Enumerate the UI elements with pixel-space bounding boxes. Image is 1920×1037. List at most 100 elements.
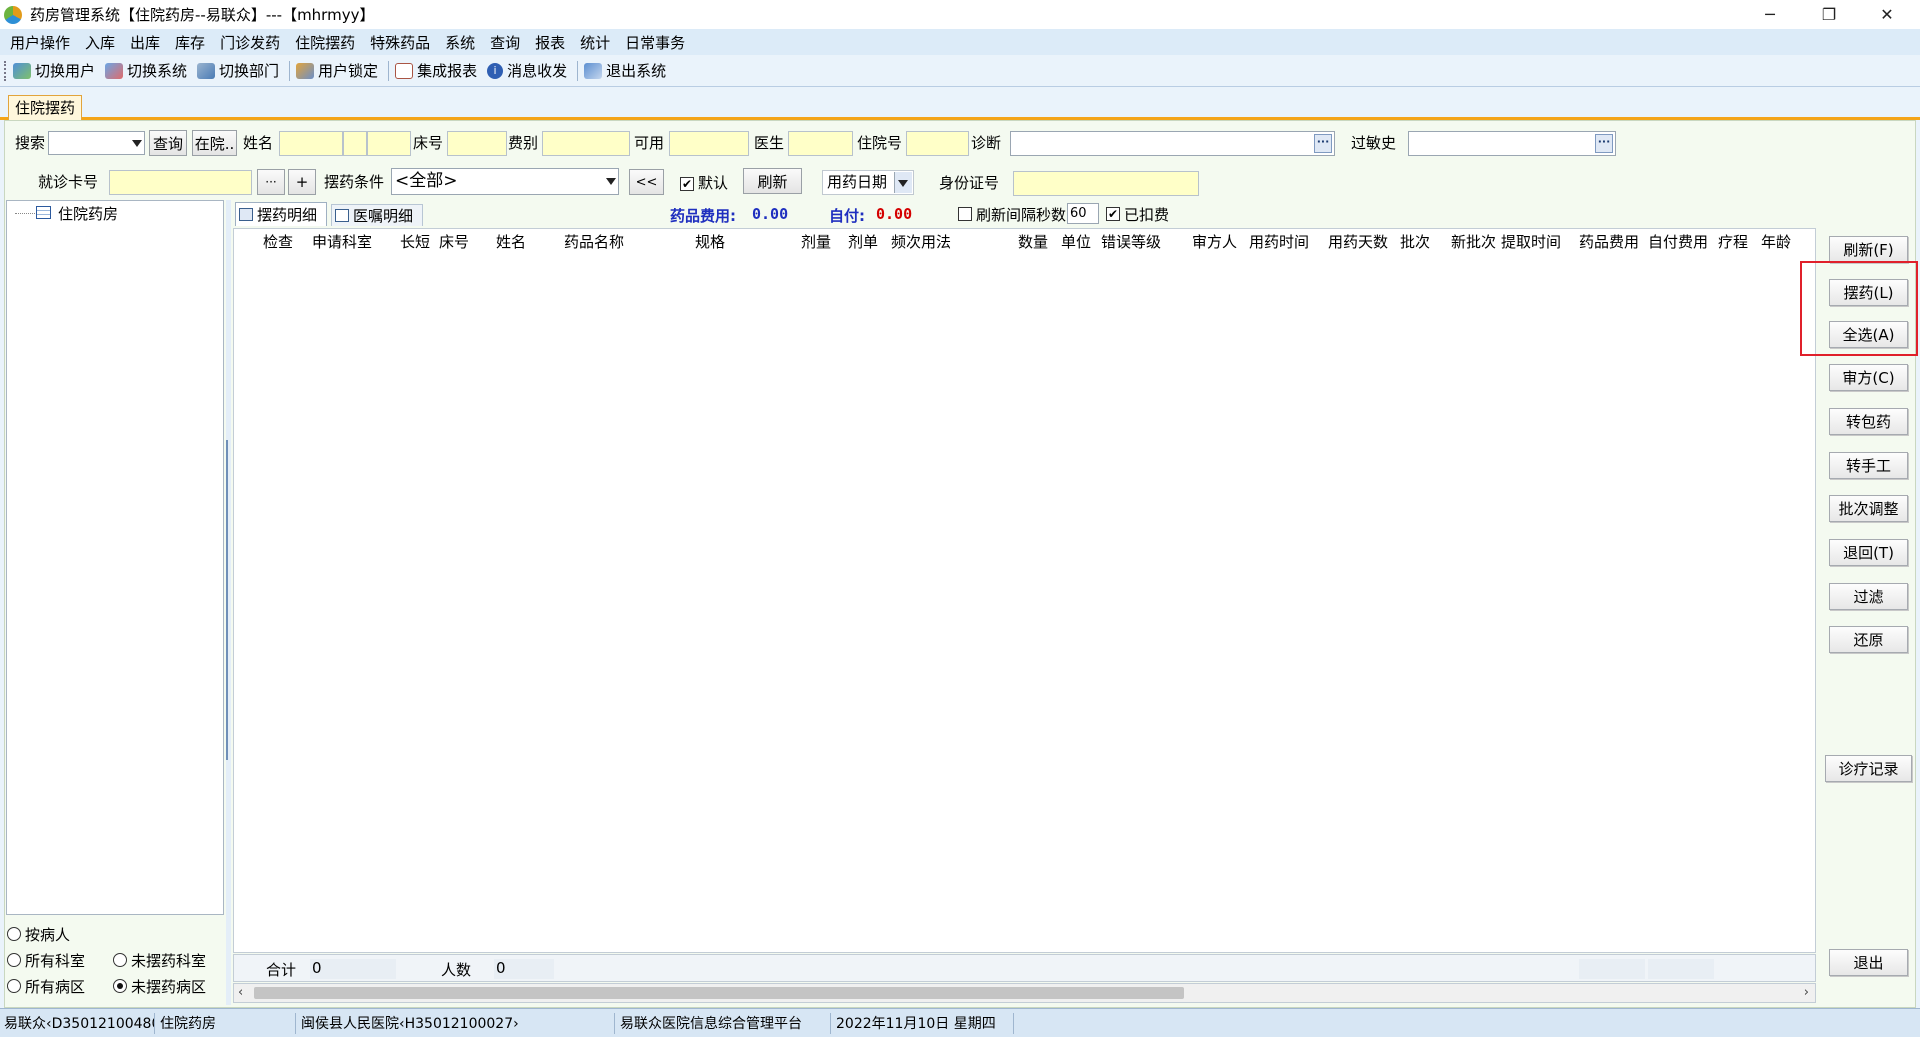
col-header-bed[interactable]: 床号 — [439, 231, 469, 252]
allergy-more-button[interactable]: ··· — [1595, 134, 1613, 153]
available-input[interactable] — [669, 131, 749, 156]
exit-button[interactable]: 退出 — [1829, 949, 1908, 976]
all-dept-radio[interactable] — [7, 953, 21, 967]
back-button[interactable]: << — [629, 169, 664, 195]
name-input-3[interactable] — [367, 131, 411, 156]
inhosp-no-input[interactable] — [906, 131, 969, 156]
subtab-dispense-detail[interactable]: 摆药明细 — [235, 202, 327, 226]
name-input-1[interactable] — [279, 131, 343, 156]
subtab-order-detail[interactable]: 医嘱明细 — [331, 204, 423, 226]
col-header-drug-name[interactable]: 药品名称 — [564, 231, 624, 252]
doctor-input[interactable] — [788, 131, 853, 156]
filter-button[interactable]: 过滤 — [1829, 583, 1908, 610]
integrated-report-button[interactable]: 集成报表 — [395, 60, 477, 81]
scroll-right-icon[interactable]: › — [1804, 985, 1809, 1000]
date-type-select[interactable]: 用药日期 — [822, 170, 914, 195]
to-package-button[interactable]: 转包药 — [1829, 408, 1908, 435]
refresh-button[interactable]: 刷新(F) — [1829, 236, 1908, 263]
user-lock-button[interactable]: 用户锁定 — [296, 60, 378, 81]
allergy-input[interactable]: ··· — [1408, 131, 1616, 156]
col-header-batch[interactable]: 批次 — [1400, 231, 1430, 252]
col-header-dose[interactable]: 剂量 — [801, 231, 831, 252]
treatment-record-button[interactable]: 诊疗记录 — [1825, 755, 1912, 782]
query-button[interactable]: 查询 — [149, 130, 187, 156]
switch-dept-button[interactable]: 切换部门 — [197, 60, 279, 81]
col-header-quantity[interactable]: 数量 — [1018, 231, 1048, 252]
restore-button[interactable]: ❐ — [1806, 0, 1852, 29]
scrollbar-thumb[interactable] — [254, 987, 1184, 999]
col-header-check[interactable]: 检查 — [263, 231, 293, 252]
diagnosis-more-button[interactable]: ··· — [1314, 134, 1332, 153]
col-header-new-batch[interactable]: 新批次 — [1451, 231, 1496, 252]
exit-system-button[interactable]: 退出系统 — [584, 60, 666, 81]
search-select[interactable] — [48, 131, 145, 155]
horizontal-scrollbar[interactable]: ‹ › — [233, 983, 1816, 1003]
restore-button[interactable]: 还原 — [1829, 626, 1908, 653]
col-header-age[interactable]: 年龄 — [1761, 231, 1791, 252]
splitter-handle[interactable] — [226, 440, 230, 760]
col-header-error-level[interactable]: 错误等级 — [1101, 231, 1161, 252]
review-button[interactable]: 审方(C) — [1829, 364, 1908, 391]
batch-adjust-button[interactable]: 批次调整 — [1829, 495, 1908, 522]
not-dispensed-dept-radio[interactable] — [113, 953, 127, 967]
menu-stock-in[interactable]: 入库 — [79, 32, 124, 53]
message-button[interactable]: i 消息收发 — [487, 60, 567, 81]
inhosp-button[interactable]: 在院.. — [192, 130, 237, 156]
col-header-drug-fee[interactable]: 药品费用 — [1579, 231, 1639, 252]
not-dispensed-ward-radio[interactable] — [113, 979, 127, 993]
default-checkbox[interactable]: ✔ — [680, 177, 694, 191]
bed-input[interactable] — [447, 131, 507, 156]
col-header-course[interactable]: 疗程 — [1718, 231, 1748, 252]
minimize-button[interactable]: ─ — [1747, 0, 1793, 29]
refresh-interval-checkbox[interactable] — [958, 207, 972, 221]
dispense-button[interactable]: 摆药(L) — [1829, 279, 1908, 306]
col-header-unit[interactable]: 单位 — [1061, 231, 1091, 252]
date-type-dropdown[interactable] — [894, 172, 912, 193]
col-header-dept[interactable]: 申请科室 — [312, 231, 372, 252]
menu-system[interactable]: 系统 — [439, 32, 484, 53]
tree-root-item[interactable]: 住院药房 — [58, 203, 118, 224]
fee-type-input[interactable] — [542, 131, 630, 156]
condition-select[interactable]: <全部> — [391, 168, 619, 195]
name-input-2[interactable] — [343, 131, 367, 156]
card-input[interactable] — [109, 170, 252, 195]
menu-user-ops[interactable]: 用户操作 — [4, 32, 79, 53]
diagnosis-input[interactable]: ··· — [1010, 131, 1335, 156]
id-card-input[interactable] — [1013, 171, 1199, 196]
col-header-extract-time[interactable]: 提取时间 — [1501, 231, 1561, 252]
menu-inventory[interactable]: 库存 — [169, 32, 214, 53]
col-header-reviewer[interactable]: 审方人 — [1192, 231, 1237, 252]
col-header-spec[interactable]: 规格 — [695, 231, 725, 252]
refresh-interval-input[interactable]: 60 — [1067, 203, 1099, 224]
col-header-self-fee[interactable]: 自付费用 — [1648, 231, 1708, 252]
splitter[interactable] — [226, 200, 231, 1005]
menu-stock-out[interactable]: 出库 — [124, 32, 169, 53]
menu-daily[interactable]: 日常事务 — [619, 32, 694, 53]
menu-statistics[interactable]: 统计 — [574, 32, 619, 53]
to-manual-button[interactable]: 转手工 — [1829, 452, 1908, 479]
menu-report[interactable]: 报表 — [529, 32, 574, 53]
col-header-med-days[interactable]: 用药天数 — [1328, 231, 1388, 252]
col-header-term[interactable]: 长短 — [400, 231, 430, 252]
tab-inpatient-dispense[interactable]: 住院摆药 — [8, 95, 83, 120]
refresh-search-button[interactable]: 刷新 — [743, 168, 802, 194]
switch-system-button[interactable]: 切换系统 — [105, 60, 187, 81]
all-ward-radio[interactable] — [7, 979, 21, 993]
close-button[interactable]: ✕ — [1864, 0, 1910, 29]
card-plus-button[interactable]: + — [288, 169, 316, 195]
col-header-med-time[interactable]: 用药时间 — [1249, 231, 1309, 252]
menu-inpatient[interactable]: 住院摆药 — [289, 32, 364, 53]
by-patient-radio[interactable] — [7, 927, 21, 941]
menu-outpatient[interactable]: 门诊发药 — [214, 32, 289, 53]
scroll-left-icon[interactable]: ‹ — [238, 985, 243, 1000]
menu-special-drugs[interactable]: 特殊药品 — [364, 32, 439, 53]
deducted-checkbox[interactable]: ✔ — [1106, 207, 1120, 221]
dispense-grid[interactable]: 检查 申请科室 长短 床号 姓名 药品名称 规格 剂量 剂单 频次用法 数量 单… — [233, 228, 1816, 953]
menu-query[interactable]: 查询 — [484, 32, 529, 53]
col-header-frequency[interactable]: 频次用法 — [891, 231, 951, 252]
col-header-dose-unit[interactable]: 剂单 — [848, 231, 878, 252]
return-button[interactable]: 退回(T) — [1829, 539, 1908, 566]
col-header-name[interactable]: 姓名 — [496, 231, 526, 252]
card-more-button[interactable]: ··· — [257, 169, 285, 195]
switch-user-button[interactable]: 切换用户 — [13, 60, 95, 81]
